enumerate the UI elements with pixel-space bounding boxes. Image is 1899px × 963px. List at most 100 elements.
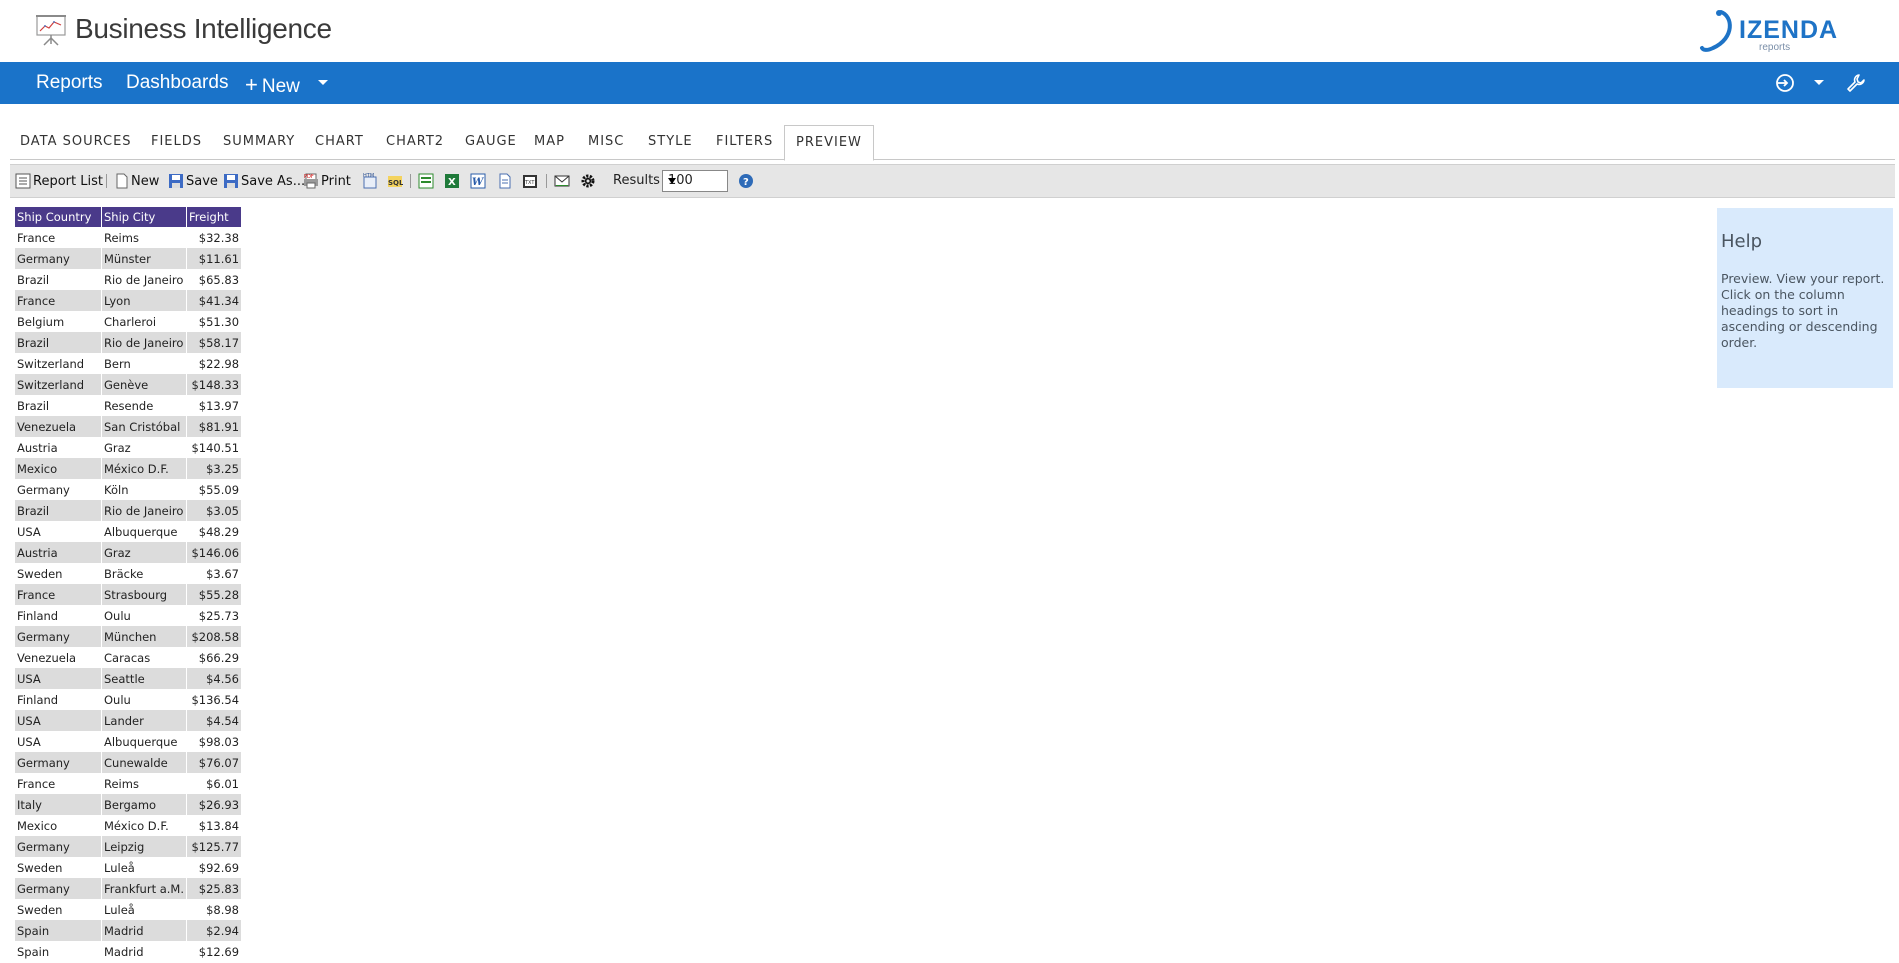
gear-icon[interactable]	[580, 173, 596, 189]
cell-freight: $76.07	[186, 752, 243, 773]
nav-dashboards[interactable]: Dashboards	[126, 72, 228, 94]
tab-summary[interactable]: SUMMARY	[223, 125, 295, 158]
help-question-icon[interactable]: ?	[738, 173, 754, 189]
tab-chart2[interactable]: CHART2	[386, 125, 444, 158]
cell-freight: $25.83	[186, 878, 243, 899]
cell-ship-city: Albuquerque	[101, 731, 188, 752]
cell-ship-city: México D.F.	[101, 815, 188, 836]
cell-ship-city: Madrid	[101, 920, 188, 941]
new-report-button[interactable]: New	[115, 173, 159, 189]
cell-freight: $26.93	[186, 794, 243, 815]
email-icon[interactable]	[554, 173, 570, 189]
cell-ship-country: Brazil	[15, 332, 102, 353]
plus-icon: +	[245, 72, 258, 97]
cell-ship-country: Spain	[15, 920, 102, 941]
export-csv-icon[interactable]	[418, 173, 434, 189]
table-row: Brazil Resende $13.97	[15, 395, 243, 416]
table-row: Germany Münster $11.61	[15, 248, 243, 269]
cell-ship-country: Sweden	[15, 857, 102, 878]
cell-ship-city: Oulu	[101, 605, 188, 626]
export-sql-icon[interactable]: SQL	[387, 173, 403, 189]
table-row: Germany Köln $55.09	[15, 479, 243, 500]
print-pdf-icon: PDF	[304, 173, 318, 189]
svg-text:X: X	[448, 177, 456, 188]
svg-text:W: W	[472, 177, 485, 188]
cell-ship-country: Spain	[15, 941, 102, 962]
cell-ship-country: France	[15, 584, 102, 605]
cell-ship-country: France	[15, 290, 102, 311]
cell-ship-country: Venezuela	[15, 416, 102, 437]
table-row: Austria Graz $146.06	[15, 542, 243, 563]
cell-freight: $136.54	[186, 689, 243, 710]
table-row: USA Albuquerque $98.03	[15, 731, 243, 752]
print-button[interactable]: PDF Print	[303, 173, 351, 189]
tab-preview[interactable]: PREVIEW	[784, 125, 874, 161]
save-button[interactable]: Save	[168, 173, 218, 189]
cell-ship-city: Caracas	[101, 647, 188, 668]
column-header-ship-city[interactable]: Ship City	[101, 207, 188, 227]
table-row: Sweden Luleå $8.98	[15, 899, 243, 920]
save-as-button[interactable]: Save As...	[223, 173, 305, 189]
tab-gauge[interactable]: GAUGE	[465, 125, 517, 158]
tab-data-sources[interactable]: DATA SOURCES	[20, 125, 132, 158]
wrench-icon[interactable]	[1846, 73, 1866, 93]
print-label: Print	[321, 173, 351, 189]
new-dropdown-caret-icon[interactable]	[318, 80, 328, 85]
tab-misc[interactable]: MISC	[588, 125, 624, 158]
cell-ship-country: Brazil	[15, 500, 102, 521]
report-toolbar: Report List New Save Save As... PDF Prin…	[10, 164, 1895, 198]
cell-ship-country: USA	[15, 668, 102, 689]
export-word-icon[interactable]: W	[470, 173, 486, 189]
cell-ship-country: Sweden	[15, 899, 102, 920]
tab-filters[interactable]: FILTERS	[716, 125, 773, 158]
cell-ship-city: München	[101, 626, 188, 647]
tab-chart[interactable]: CHART	[315, 125, 364, 158]
cell-ship-country: Venezuela	[15, 647, 102, 668]
column-header-freight[interactable]: Freight	[186, 207, 243, 227]
table-row: France Strasbourg $55.28	[15, 584, 243, 605]
cell-freight: $55.09	[186, 479, 243, 500]
table-row: France Lyon $41.34	[15, 290, 243, 311]
cell-ship-city: Rio de Janeiro	[101, 332, 188, 353]
cell-freight: $55.28	[186, 584, 243, 605]
tab-fields[interactable]: FIELDS	[151, 125, 202, 158]
column-header-ship-country[interactable]: Ship Country	[15, 207, 102, 227]
cell-freight: $13.97	[186, 395, 243, 416]
cell-freight: $11.61	[186, 248, 243, 269]
tab-style[interactable]: STYLE	[648, 125, 693, 158]
table-row: USA Seattle $4.56	[15, 668, 243, 689]
main-nav: Reports Dashboards + New	[0, 62, 1899, 104]
cell-ship-city: Graz	[101, 542, 188, 563]
cell-freight: $58.17	[186, 332, 243, 353]
cell-ship-country: Germany	[15, 836, 102, 857]
export-document-icon[interactable]	[497, 173, 513, 189]
cell-ship-city: Luleå	[101, 857, 188, 878]
table-row: Brazil Rio de Janeiro $3.05	[15, 500, 243, 521]
table-row: Spain Madrid $2.94	[15, 920, 243, 941]
nav-new[interactable]: + New	[245, 72, 300, 98]
cell-ship-country: USA	[15, 710, 102, 731]
table-row: Italy Bergamo $26.93	[15, 794, 243, 815]
cell-freight: $6.01	[186, 773, 243, 794]
cell-ship-city: Frankfurt a.M.	[101, 878, 188, 899]
help-text: Preview. View your report. Click on the …	[1721, 271, 1885, 350]
export-html-icon[interactable]: HTM	[362, 173, 378, 189]
new-label: New	[131, 173, 160, 189]
help-title: Help	[1721, 231, 1763, 252]
cell-freight: $208.58	[186, 626, 243, 647]
nav-reports[interactable]: Reports	[36, 72, 103, 94]
tab-map[interactable]: MAP	[534, 125, 565, 158]
report-list-button[interactable]: Report List	[15, 173, 103, 189]
cell-ship-country: USA	[15, 731, 102, 752]
cell-ship-city: Reims	[101, 773, 188, 794]
user-dropdown-caret-icon[interactable]	[1814, 80, 1824, 85]
cell-ship-country: Italy	[15, 794, 102, 815]
table-row: Germany Frankfurt a.M. $25.83	[15, 878, 243, 899]
export-excel-icon[interactable]: X	[444, 173, 460, 189]
export-text-icon[interactable]: TXT	[522, 173, 538, 189]
cell-freight: $48.29	[186, 521, 243, 542]
results-count-select[interactable]: 100	[662, 170, 728, 192]
cell-ship-country: Austria	[15, 542, 102, 563]
sign-in-icon[interactable]	[1775, 73, 1795, 93]
table-row: Switzerland Genève $148.33	[15, 374, 243, 395]
